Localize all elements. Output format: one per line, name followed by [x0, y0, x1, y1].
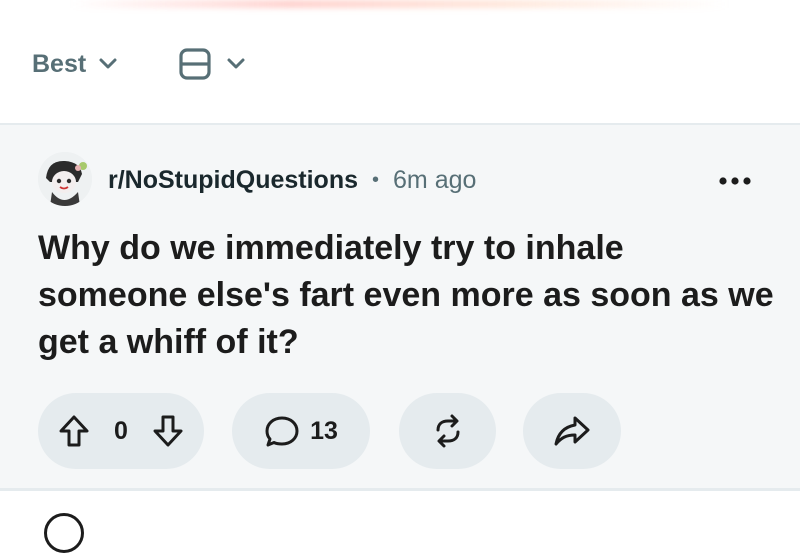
subreddit-link[interactable]: r/NoStupidQuestions: [108, 166, 358, 195]
subreddit-avatar-image: [38, 152, 92, 206]
post-action-bar: 0 13: [0, 393, 800, 469]
post-meta: r/NoStupidQuestions • 6m ago: [108, 163, 476, 197]
comment-bubble-icon: [265, 416, 299, 447]
post-timestamp: 6m ago: [393, 165, 477, 194]
repost-icon: [436, 414, 459, 448]
view-mode-dropdown-button[interactable]: [178, 46, 246, 82]
vote-count: 0: [114, 416, 128, 445]
downvote-arrow-icon[interactable]: [152, 414, 184, 448]
more-horizontal-icon: [719, 177, 751, 185]
subreddit-avatar[interactable]: [38, 152, 92, 206]
vote-control: 0: [38, 393, 204, 469]
share-button[interactable]: [523, 393, 621, 469]
comments-button[interactable]: 13: [232, 393, 370, 469]
sort-label: Best: [32, 49, 87, 78]
more-options-button[interactable]: [712, 165, 758, 197]
sort-dropdown-button[interactable]: Best: [32, 46, 118, 82]
upvote-arrow-icon[interactable]: [58, 414, 90, 448]
feed-divider-bottom: [0, 488, 800, 491]
chevron-down-icon: [227, 58, 245, 69]
comment-count: 13: [310, 416, 338, 445]
post-title[interactable]: Why do we immediately try to inhale some…: [38, 225, 778, 366]
share-arrow-icon: [554, 416, 590, 446]
feed-toolbar: Best: [0, 30, 800, 100]
post-card[interactable]: r/NoStupidQuestions • 6m ago Why do we i…: [0, 125, 800, 488]
chevron-down-icon: [99, 58, 117, 69]
repost-button[interactable]: [399, 393, 496, 469]
top-banner-glow: [70, 0, 730, 8]
card-view-icon: [179, 48, 211, 80]
meta-separator: •: [372, 168, 380, 191]
next-post-avatar[interactable]: [44, 513, 84, 553]
